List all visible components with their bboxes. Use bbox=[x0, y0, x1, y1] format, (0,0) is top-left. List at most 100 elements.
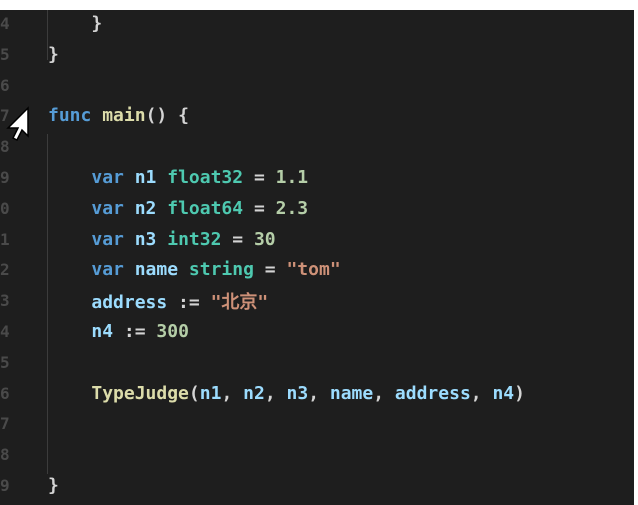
line-number: 7 bbox=[0, 414, 10, 434]
code-token: 300 bbox=[156, 321, 189, 342]
code-line[interactable]: 6 bbox=[0, 70, 634, 101]
code-text: var n2 float64 = 2.3 bbox=[48, 198, 308, 219]
code-text: func main() { bbox=[48, 105, 189, 126]
line-number: 1 bbox=[0, 229, 10, 249]
code-line[interactable]: 5 bbox=[0, 347, 634, 378]
mouse-pointer-icon bbox=[6, 106, 29, 142]
code-token: address bbox=[91, 291, 168, 313]
code-token: := bbox=[113, 321, 157, 342]
code-text: TypeJudge(n1, n2, n3, name, address, n4) bbox=[48, 383, 525, 404]
code-line[interactable]: 7 bbox=[0, 408, 634, 439]
code-text: } bbox=[48, 475, 59, 496]
line-number: 8 bbox=[0, 445, 10, 465]
code-line[interactable]: 4 } bbox=[0, 10, 634, 39]
line-number: 6 bbox=[0, 383, 10, 403]
code-line[interactable]: 8 bbox=[0, 131, 634, 162]
code-text: var name string = "tom" bbox=[48, 259, 341, 281]
code-token: ) bbox=[514, 382, 525, 404]
code-token: = bbox=[243, 197, 276, 219]
code-token: ( bbox=[188, 382, 200, 404]
code-token: float32 bbox=[167, 167, 244, 188]
code-token: } bbox=[48, 43, 59, 65]
code-token: TypeJudge bbox=[91, 382, 189, 404]
line-number: 9 bbox=[0, 168, 10, 187]
code-token: = bbox=[253, 259, 287, 281]
line-number: 9 bbox=[0, 476, 10, 495]
code-line[interactable]: 0 var n2 float64 = 2.3 bbox=[0, 193, 634, 224]
code-text: var n1 float32 = 1.1 bbox=[48, 167, 308, 188]
code-token: , bbox=[470, 382, 493, 404]
line-number: 4 bbox=[0, 322, 10, 341]
code-token: } bbox=[91, 13, 103, 34]
code-token: , bbox=[308, 382, 330, 404]
code-token: n3 bbox=[134, 228, 157, 250]
code-line[interactable]: 8 bbox=[0, 439, 634, 470]
code-line[interactable]: 4 n4 := 300 bbox=[0, 316, 634, 347]
code-text: address := "北京" bbox=[48, 288, 268, 314]
code-token: var bbox=[91, 197, 124, 219]
code-line[interactable]: 1 var n3 int32 = 30 bbox=[0, 224, 634, 255]
line-number: 6 bbox=[0, 75, 10, 95]
line-number: 0 bbox=[0, 198, 10, 218]
code-token: n3 bbox=[286, 382, 309, 404]
code-token: name bbox=[329, 382, 374, 404]
line-number: 4 bbox=[0, 14, 10, 33]
line-number: 2 bbox=[0, 260, 10, 280]
code-token: , bbox=[221, 382, 244, 404]
code-token: var bbox=[91, 259, 124, 281]
code-text: n4 := 300 bbox=[48, 321, 189, 342]
code-token: main bbox=[102, 105, 146, 127]
code-line[interactable]: 5} bbox=[0, 39, 634, 70]
code-editor[interactable]: 4 } 5} 6 7 func main() {8 9 var n1 float32 = … bbox=[0, 10, 634, 505]
code-token: = bbox=[243, 167, 276, 188]
code-token: name bbox=[134, 259, 179, 281]
code-token: var bbox=[91, 167, 124, 188]
code-token: } bbox=[48, 475, 59, 496]
code-token: "tom" bbox=[286, 259, 341, 281]
code-line[interactable]: 9 var n1 float32 = 1.1 bbox=[0, 162, 634, 193]
code-line[interactable]: 6 TypeJudge(n1, n2, n3, name, address, n… bbox=[0, 378, 634, 409]
line-number: 5 bbox=[0, 352, 10, 372]
code-token: n2 bbox=[134, 197, 157, 219]
code-token: n1 bbox=[134, 167, 157, 188]
code-token: n1 bbox=[199, 382, 222, 404]
code-token: func bbox=[48, 105, 92, 127]
code-line[interactable]: 3 address := "北京" bbox=[0, 285, 634, 316]
code-token: n4 bbox=[492, 382, 515, 404]
code-token: address bbox=[394, 382, 471, 404]
code-line[interactable]: 9} bbox=[0, 470, 634, 501]
code-line[interactable]: 2 var name string = "tom" bbox=[0, 254, 634, 285]
code-token: = bbox=[221, 228, 254, 250]
code-token: := bbox=[167, 291, 211, 313]
code-token: 1.1 bbox=[275, 167, 309, 188]
code-token: , bbox=[373, 382, 395, 404]
code-token: , bbox=[264, 382, 287, 404]
code-line[interactable]: 7 func main() { bbox=[0, 100, 634, 131]
code-text: var n3 int32 = 30 bbox=[48, 228, 276, 250]
line-number: 5 bbox=[0, 44, 10, 64]
line-number: 3 bbox=[0, 291, 10, 311]
code-token: () { bbox=[145, 105, 189, 127]
code-text: } bbox=[48, 13, 102, 34]
code-token: int32 bbox=[167, 228, 222, 250]
code-token: 30 bbox=[253, 228, 276, 250]
code-text: } bbox=[48, 44, 59, 65]
code-token: "北京" bbox=[210, 291, 269, 313]
code-token: string bbox=[188, 259, 254, 281]
